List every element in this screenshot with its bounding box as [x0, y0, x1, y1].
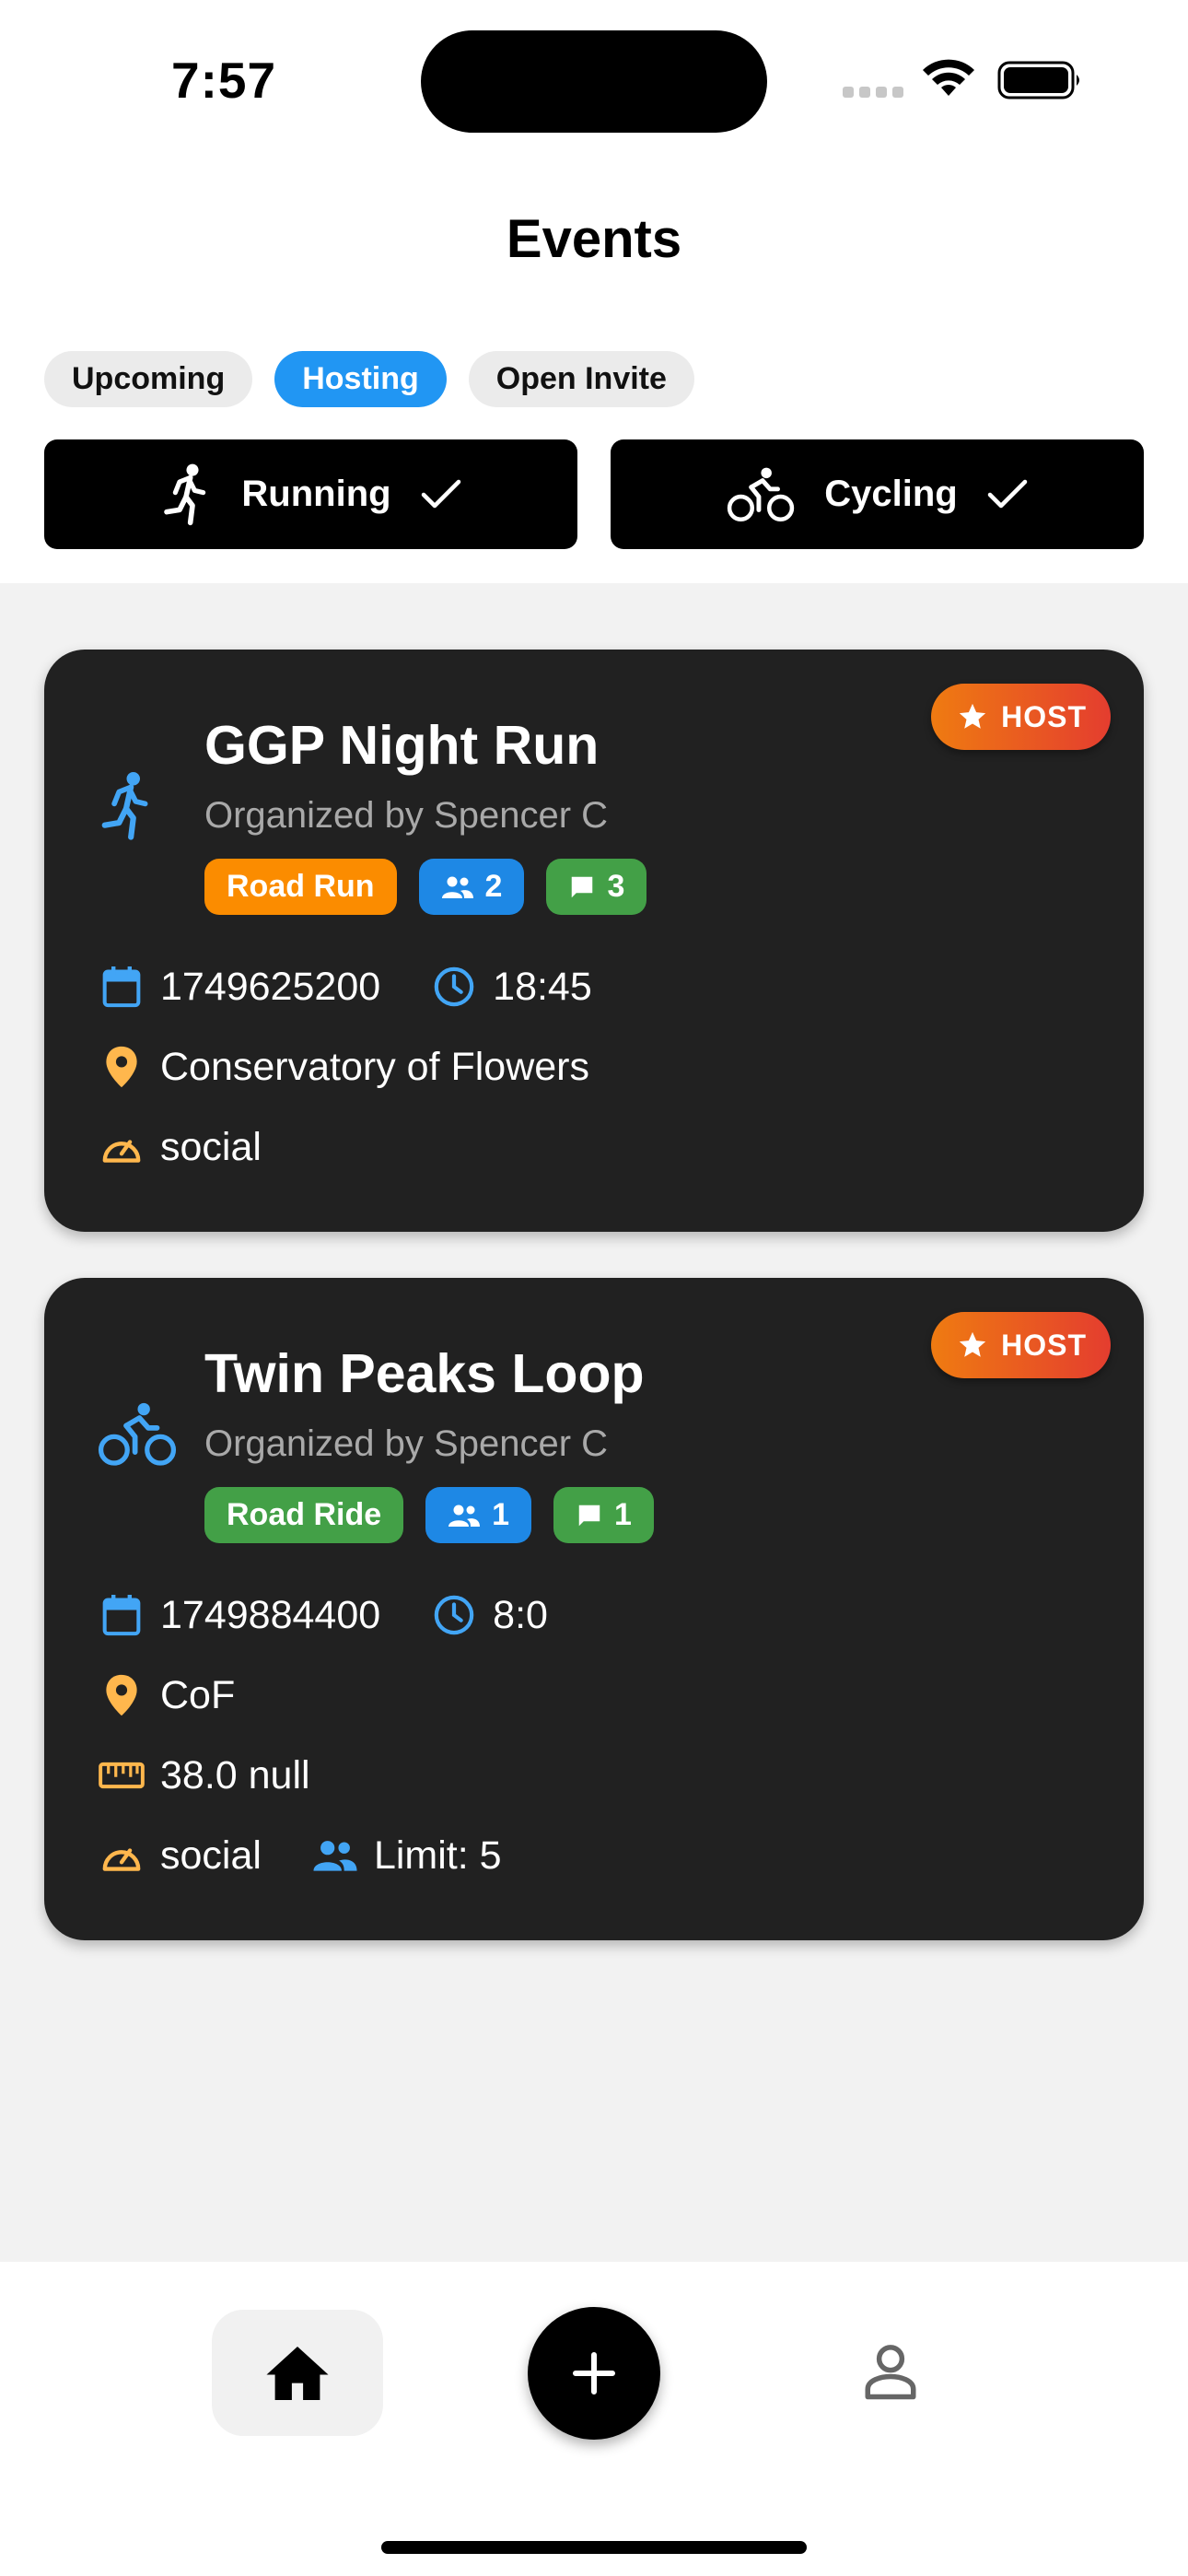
people-icon: [313, 1841, 357, 1871]
running-icon: [164, 463, 206, 525]
calendar-icon: [102, 1595, 141, 1636]
event-distance: 38.0 null: [160, 1752, 310, 1797]
participants-count: 2: [484, 869, 503, 904]
comments-tag: 3: [546, 859, 647, 915]
event-type-tag: Road Run: [204, 859, 397, 915]
comments-count: 1: [614, 1497, 632, 1532]
event-pace: social: [160, 1832, 262, 1878]
event-tags: Road Ride 1 1: [204, 1487, 654, 1543]
home-indicator: [381, 2541, 807, 2554]
nav-home-button[interactable]: [212, 2310, 383, 2436]
star-icon: [959, 703, 986, 729]
running-icon: [101, 772, 148, 840]
bottom-nav: [0, 2262, 1188, 2576]
event-time: 8:0: [493, 1592, 548, 1637]
clock-icon: [434, 966, 474, 1007]
host-badge: HOST: [931, 684, 1111, 750]
participants-tag: 1: [425, 1487, 532, 1543]
event-title: GGP Night Run: [204, 715, 600, 776]
event-organizer: Organized by Spencer C: [204, 795, 609, 836]
clock-icon: [434, 1595, 474, 1635]
event-location: Conservatory of Flowers: [160, 1044, 589, 1089]
participants-count: 1: [492, 1497, 510, 1532]
chip-hosting[interactable]: Hosting: [274, 351, 447, 407]
host-badge-label: HOST: [1001, 699, 1087, 733]
distance-row: 38.0 null: [98, 1751, 310, 1799]
pace-limit-row: social Limit: 5: [98, 1832, 502, 1879]
event-type-tag: Road Ride: [204, 1487, 404, 1543]
top-area: 7:57 Events Upcoming Hosting Open Invite…: [0, 0, 1188, 583]
location-row: Conservatory of Flowers: [98, 1043, 589, 1091]
checkmark-icon: [421, 479, 460, 508]
location-pin-icon: [106, 1046, 137, 1088]
battery-icon: [997, 61, 1079, 100]
calendar-icon: [102, 966, 141, 1008]
people-icon: [448, 1505, 481, 1527]
cycling-label: Cycling: [824, 474, 958, 514]
cycling-toggle-button[interactable]: Cycling: [611, 439, 1144, 549]
create-event-button[interactable]: [528, 2307, 660, 2440]
cellular-signal-icon: [843, 87, 903, 98]
checkmark-icon: [987, 479, 1027, 508]
comments-count: 3: [607, 869, 625, 904]
event-tags: Road Run 2 3: [204, 859, 647, 915]
plus-icon: [573, 2352, 615, 2395]
event-card[interactable]: HOST Twin Peaks Loop Organized by Spence…: [44, 1278, 1144, 1940]
date-time-row: 1749625200 18:45: [98, 963, 592, 1011]
event-pace: social: [160, 1124, 262, 1169]
star-icon: [959, 1331, 986, 1357]
speedometer-icon: [102, 1140, 141, 1163]
location-row: CoF: [98, 1671, 235, 1719]
event-time: 18:45: [493, 964, 592, 1009]
comment-icon: [572, 876, 593, 897]
ruler-icon: [99, 1762, 145, 1789]
wifi-icon: [923, 59, 974, 96]
cycling-icon: [728, 467, 795, 521]
running-label: Running: [241, 474, 391, 514]
profile-icon: [865, 2345, 916, 2400]
chip-upcoming[interactable]: Upcoming: [44, 351, 253, 407]
participants-tag: 2: [418, 859, 525, 915]
chip-open-invite[interactable]: Open Invite: [468, 351, 694, 407]
comment-icon: [578, 1505, 600, 1526]
event-limit: Limit: 5: [373, 1832, 502, 1878]
dynamic-island: [421, 30, 767, 133]
nav-profile-button[interactable]: [843, 2324, 938, 2419]
event-date: 1749884400: [160, 1592, 381, 1637]
event-date: 1749625200: [160, 964, 381, 1009]
event-organizer: Organized by Spencer C: [204, 1423, 609, 1464]
status-time: 7:57: [171, 52, 277, 109]
cycling-icon: [98, 1402, 177, 1466]
speedometer-icon: [102, 1848, 141, 1871]
running-toggle-button[interactable]: Running: [44, 439, 577, 549]
date-time-row: 1749884400 8:0: [98, 1591, 548, 1639]
event-card[interactable]: HOST GGP Night Run Organized by Spencer …: [44, 650, 1144, 1232]
page-title: Events: [506, 209, 682, 269]
event-location: CoF: [160, 1672, 236, 1717]
comments-tag: 1: [553, 1487, 654, 1543]
home-icon: [266, 2346, 329, 2400]
event-title: Twin Peaks Loop: [204, 1343, 645, 1404]
pace-row: social: [98, 1123, 262, 1171]
people-icon: [441, 876, 473, 898]
location-pin-icon: [106, 1674, 137, 1716]
sport-toggles: Running Cycling: [44, 439, 1144, 549]
host-badge-label: HOST: [1001, 1328, 1087, 1362]
filter-chips: Upcoming Hosting Open Invite: [44, 351, 694, 407]
host-badge: HOST: [931, 1312, 1111, 1378]
